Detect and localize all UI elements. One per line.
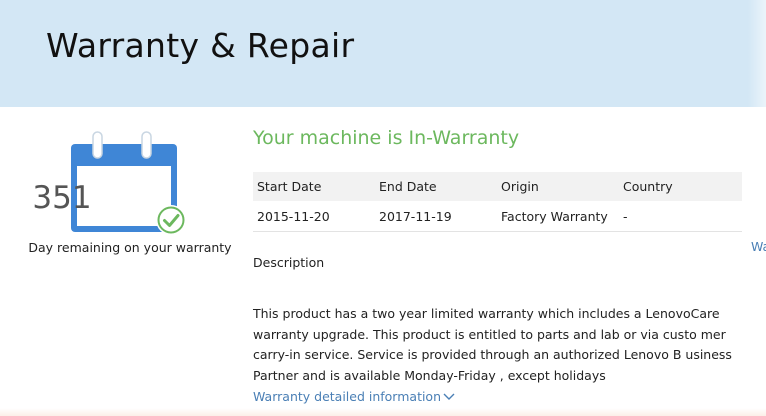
bottom-edge (0, 408, 766, 416)
warranty-status: Your machine is In-Warranty (253, 127, 520, 149)
table-row: 2015-11-20 2017-11-19 Factory Warranty - (253, 201, 742, 232)
chevron-down-icon (443, 393, 455, 400)
page-title: Warranty & Repair (46, 26, 355, 65)
header-origin: Origin (497, 172, 619, 201)
cell-origin: Factory Warranty (497, 201, 619, 232)
description-label: Description (253, 255, 325, 270)
header-country: Country (619, 172, 742, 201)
warranty-details-link-label: Warranty detailed information (253, 389, 442, 404)
checkmark-icon (156, 205, 186, 235)
cell-country: - (619, 201, 742, 232)
table-header-row: Start Date End Date Origin Country (253, 172, 742, 201)
banner-edge (748, 0, 766, 107)
header-start-date: Start Date (253, 172, 375, 201)
warranty-details-link[interactable]: Warranty detailed information (253, 389, 455, 404)
cell-end-date: 2017-11-19 (375, 201, 497, 232)
header-end-date: End Date (375, 172, 497, 201)
truncated-side-link[interactable]: Wa (751, 239, 766, 254)
description-text: This product has a two year limited warr… (253, 306, 732, 383)
header-banner: Warranty & Repair (0, 0, 766, 107)
days-remaining-caption: Day remaining on your warranty (28, 240, 232, 255)
cell-start-date: 2015-11-20 (253, 201, 375, 232)
warranty-table: Start Date End Date Origin Country 2015-… (253, 172, 742, 232)
days-remaining-count: 351 (32, 180, 92, 216)
